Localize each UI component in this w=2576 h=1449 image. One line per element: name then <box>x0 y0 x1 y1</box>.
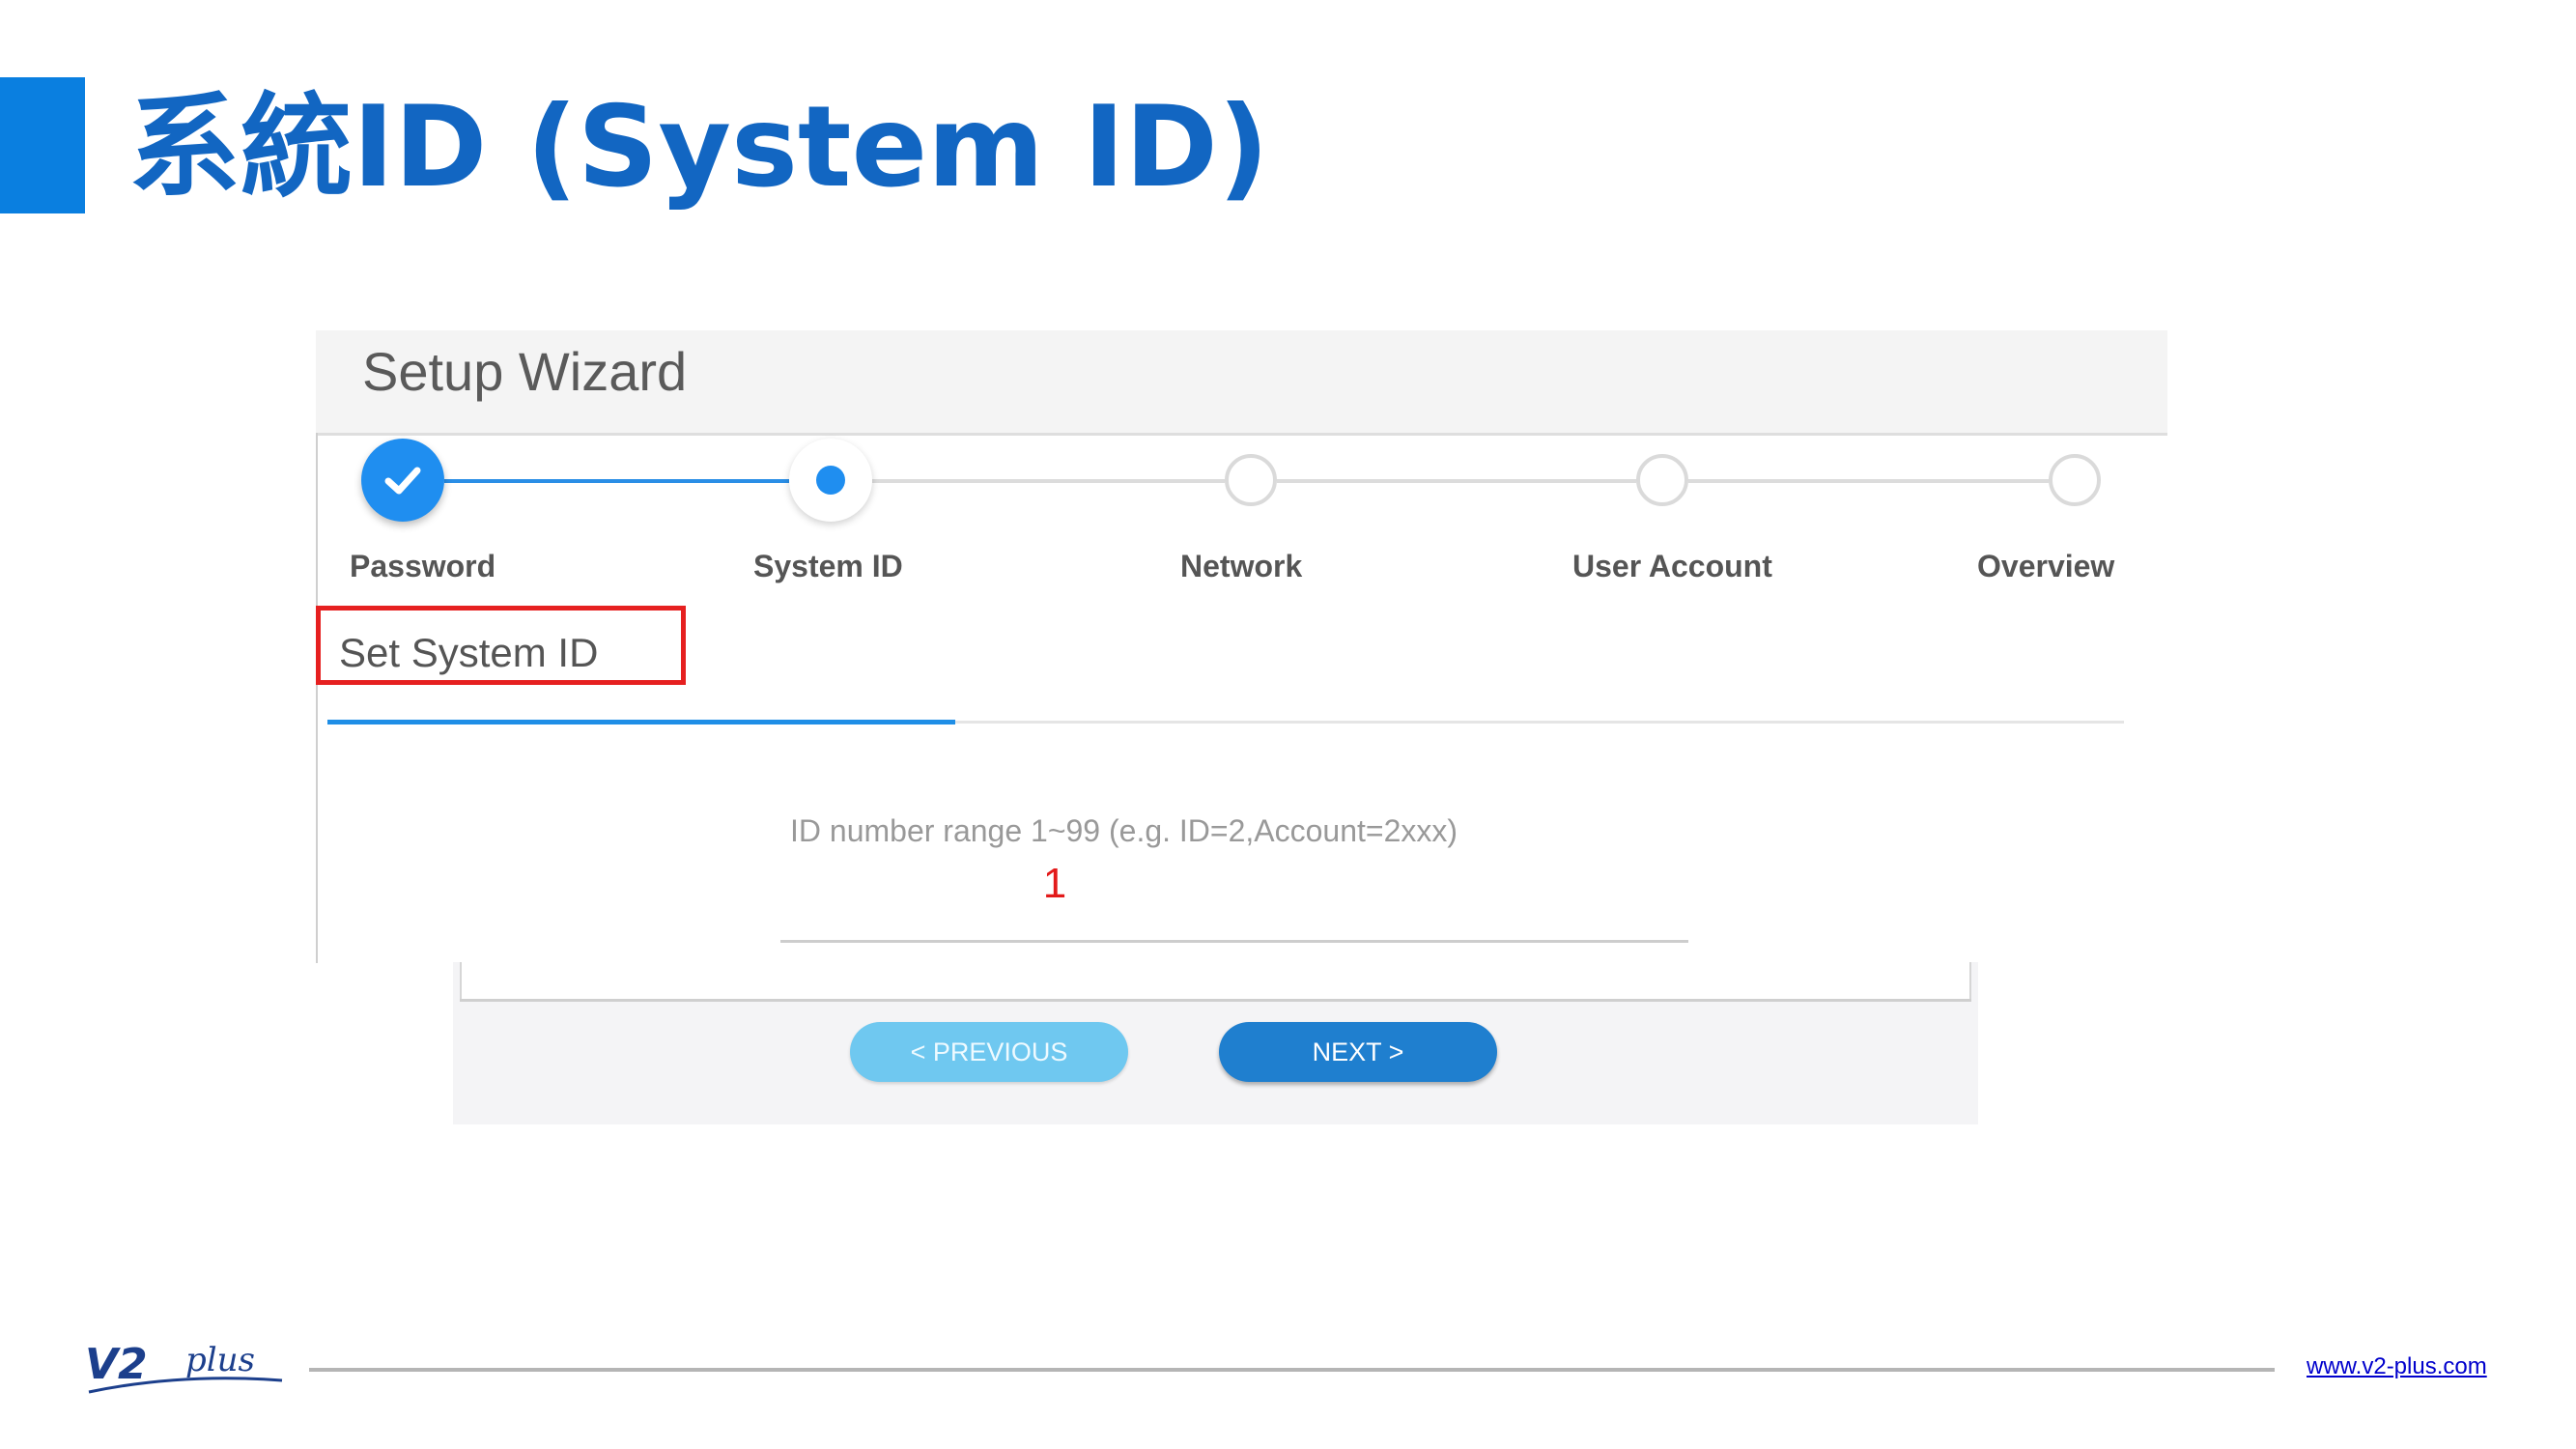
highlight-box <box>316 606 686 685</box>
step-connector-completed <box>444 479 789 483</box>
wizard-header: Setup Wizard <box>316 330 2167 436</box>
setup-wizard-panel: Setup Wizard Password System ID Network … <box>316 330 2167 963</box>
system-id-label: ID number range 1~99 (e.g. ID=2,Account=… <box>790 813 1458 848</box>
previous-button[interactable]: < PREVIOUS <box>850 1022 1128 1082</box>
checkmark-icon <box>384 467 421 495</box>
slide-title: 系統ID (System ID) <box>128 82 1269 213</box>
step-label-system-id: System ID <box>753 549 903 583</box>
step-overview-node[interactable] <box>2049 454 2101 506</box>
step-connector <box>1277 479 1636 483</box>
step-user-account-node[interactable] <box>1636 454 1688 506</box>
system-id-input-underline <box>780 940 1688 943</box>
step-network-node[interactable] <box>1225 454 1277 506</box>
title-accent-bar <box>0 77 85 213</box>
svg-text:plus: plus <box>185 1341 255 1379</box>
step-system-id-node[interactable] <box>789 439 872 522</box>
system-id-input[interactable]: 1 <box>770 860 1340 908</box>
step-password-node[interactable] <box>361 439 444 522</box>
footer-rule <box>309 1368 2275 1372</box>
panel-lower-border <box>460 962 1971 999</box>
v2plus-logo: V2 plus <box>85 1340 283 1394</box>
active-step-dot-icon <box>816 466 845 495</box>
panel-border <box>316 433 318 963</box>
footer-divider <box>460 999 1971 1002</box>
step-label-overview: Overview <box>1977 549 2115 583</box>
section-underline <box>327 720 955 724</box>
step-connector <box>1688 479 2049 483</box>
step-connector <box>872 479 1225 483</box>
svg-text:V2: V2 <box>85 1340 148 1389</box>
step-label-password: Password <box>350 549 496 583</box>
wizard-title: Setup Wizard <box>362 341 688 402</box>
step-label-user-account: User Account <box>1572 549 1772 583</box>
wizard-footer: < PREVIOUS NEXT > <box>453 962 1978 1124</box>
step-label-network: Network <box>1180 549 1303 583</box>
next-button[interactable]: NEXT > <box>1219 1022 1497 1082</box>
website-link[interactable]: www.v2-plus.com <box>2307 1353 2487 1380</box>
